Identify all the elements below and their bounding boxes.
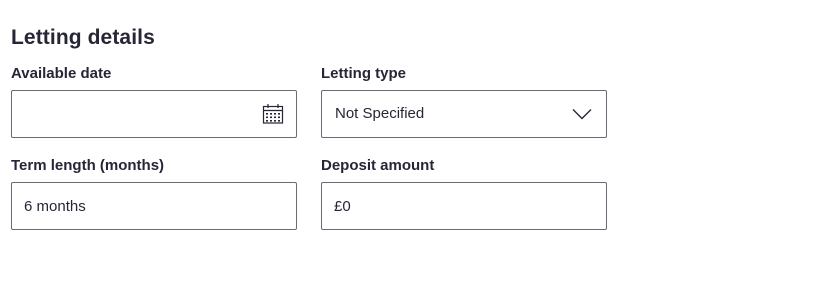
- available-date-field: Available date: [11, 65, 297, 138]
- term-length-field: Term length (months): [11, 157, 297, 230]
- deposit-amount-control[interactable]: [321, 182, 607, 230]
- deposit-amount-input[interactable]: [322, 183, 606, 229]
- calendar-icon[interactable]: [262, 103, 284, 125]
- available-date-label: Available date: [11, 65, 112, 82]
- letting-type-label: Letting type: [321, 65, 406, 82]
- deposit-amount-label: Deposit amount: [321, 157, 435, 174]
- letting-type-select[interactable]: Not Specified: [321, 90, 607, 138]
- available-date-input[interactable]: [12, 91, 296, 137]
- letting-type-field: Letting type Not Specified: [321, 65, 607, 138]
- chevron-down-icon: [572, 109, 592, 120]
- available-date-control[interactable]: [11, 90, 297, 138]
- term-length-input[interactable]: [12, 183, 296, 229]
- term-length-label: Term length (months): [11, 157, 165, 174]
- term-length-control[interactable]: [11, 182, 297, 230]
- section-title: Letting details: [11, 26, 155, 49]
- letting-type-selected-value: Not Specified: [335, 105, 425, 122]
- deposit-amount-field: Deposit amount: [321, 157, 607, 230]
